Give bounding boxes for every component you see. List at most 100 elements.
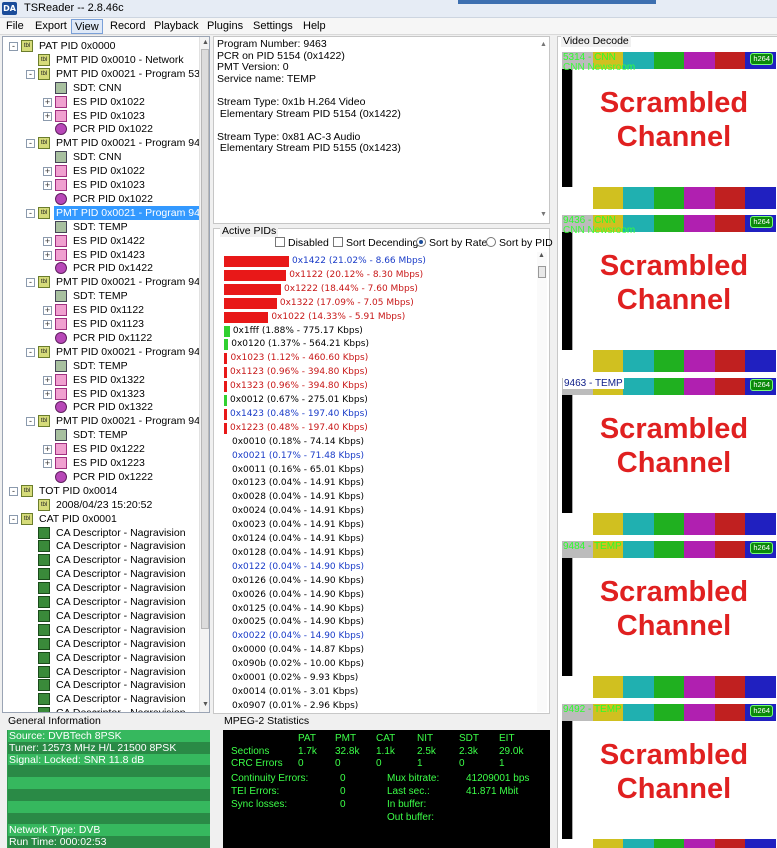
pid-row[interactable]: 0x0025 (0.04% - 14.90 Kbps) [214, 616, 534, 629]
pid-row[interactable]: 0x0022 (0.04% - 14.90 Kbps) [214, 630, 534, 643]
collapse-icon[interactable]: - [9, 42, 18, 51]
tree-node[interactable]: CA Descriptor - Nagravision [3, 539, 198, 553]
pid-list[interactable]: 0x1422 (21.02% - 8.66 Mbps) 0x1122 (20.12… [214, 252, 534, 714]
tree-node[interactable]: SDT: TEMP [3, 359, 198, 373]
tree-node[interactable]: CA Descriptor - Nagravision [3, 678, 198, 692]
sort-by-pid-radio[interactable]: Sort by PID [486, 237, 553, 249]
tree-node[interactable]: + ES PID 0x1122 [3, 303, 198, 317]
tree-node[interactable]: tbl PMT PID 0x0010 - Network [3, 53, 198, 67]
tree-node[interactable]: CA Descriptor - Nagravision [3, 581, 198, 595]
pid-row[interactable]: 0x0012 (0.67% - 275.01 Kbps) [214, 394, 534, 407]
tree-node[interactable]: + ES PID 0x1222 [3, 442, 198, 456]
tree-node[interactable]: + ES PID 0x1322 [3, 373, 198, 387]
tree-node[interactable]: CA Descriptor - Nagravision [3, 609, 198, 623]
tree-node[interactable]: CA Descriptor - Nagravision [3, 526, 198, 540]
scroll-up-icon[interactable]: ▲ [540, 39, 547, 51]
radio-icon[interactable] [486, 237, 496, 247]
radio-selected-icon[interactable] [416, 237, 426, 247]
tree-node[interactable]: CA Descriptor - Nagravision [3, 692, 198, 706]
pid-row[interactable]: 0x0026 (0.04% - 14.90 Kbps) [214, 589, 534, 602]
collapse-icon[interactable]: - [26, 347, 35, 357]
tree-node[interactable]: PCR PID 0x1022 [3, 122, 198, 136]
collapse-icon[interactable]: - [26, 208, 35, 218]
pid-row[interactable]: 0x0021 (0.17% - 71.48 Kbps) [214, 450, 534, 463]
sort-by-rate-radio[interactable]: Sort by Rate [416, 237, 487, 249]
tree-node[interactable]: - tbl CAT PID 0x0001 [3, 512, 198, 526]
tree-node[interactable]: CA Descriptor - Nagravision [3, 651, 198, 665]
pid-row[interactable]: 0x0011 (0.16% - 65.01 Kbps) [214, 464, 534, 477]
tree-node[interactable]: CA Descriptor - Nagravision [3, 567, 198, 581]
menu-playback[interactable]: Playback [151, 19, 202, 34]
expand-icon[interactable]: + [43, 459, 52, 468]
pid-row[interactable]: 0x0126 (0.04% - 14.90 Kbps) [214, 575, 534, 588]
pid-row[interactable]: 0x0120 (1.37% - 564.21 Kbps) [214, 338, 534, 351]
tree-scroll-thumb[interactable] [201, 49, 209, 629]
tree-node[interactable]: - tbl PMT PID 0x0021 - Program 9492 [3, 345, 209, 359]
menu-view[interactable]: View [71, 19, 103, 34]
tree-node[interactable]: - tbl PAT PID 0x0000 [3, 39, 198, 53]
expand-icon[interactable]: + [43, 445, 52, 455]
tree-node[interactable]: CA Descriptor - Nagravision [3, 665, 198, 679]
collapse-icon[interactable]: - [26, 417, 35, 427]
tree-node[interactable]: CA Descriptor - Nagravision [3, 637, 198, 651]
tree-node[interactable]: + ES PID 0x1123 [3, 317, 198, 331]
pid-row[interactable]: 0x1023 (1.12% - 460.60 Kbps) [214, 352, 534, 365]
video-tile[interactable]: Scrambled Channel 9463 - TEMP h264 [562, 378, 776, 535]
collapse-icon[interactable]: - [26, 139, 35, 149]
collapse-icon[interactable]: - [9, 514, 18, 524]
expand-icon[interactable]: + [43, 389, 52, 399]
collapse-icon[interactable]: - [26, 278, 35, 288]
collapse-icon[interactable]: - [9, 486, 18, 496]
menu-settings[interactable]: Settings [250, 19, 296, 34]
expand-icon[interactable]: + [43, 375, 52, 385]
expand-icon[interactable]: + [43, 236, 52, 246]
tree-node[interactable]: tbl 2008/04/23 15:20:52 [3, 498, 198, 512]
sort-descending-checkbox[interactable]: Sort Decending [333, 237, 418, 249]
tree-node[interactable]: - tbl TOT PID 0x0014 [3, 484, 198, 498]
tree-node[interactable]: CA Descriptor - Nagravision [3, 706, 198, 712]
pid-row[interactable]: 0x1423 (0.48% - 197.40 Kbps) [214, 408, 534, 421]
video-tile[interactable]: Scrambled Channel 5314 - CNN CNN Newsroom h2… [562, 52, 776, 209]
tree-node[interactable]: PCR PID 0x1422 [3, 261, 198, 275]
pid-row[interactable]: 0x0001 (0.02% - 9.93 Kbps) [214, 672, 534, 685]
tree-node[interactable]: + ES PID 0x1223 [3, 456, 198, 470]
pid-row[interactable]: 0x0023 (0.04% - 14.91 Kbps) [214, 519, 534, 532]
pid-row[interactable]: 0x1422 (21.02% - 8.66 Mbps) [214, 255, 534, 268]
disabled-checkbox[interactable]: Disabled [275, 237, 329, 249]
pid-row[interactable]: 0x0010 (0.18% - 74.14 Kbps) [214, 436, 534, 449]
expand-icon[interactable]: + [43, 320, 52, 329]
video-tile[interactable]: Scrambled Channel 9484 - TEMP h264 [562, 541, 776, 698]
pid-row[interactable]: 0x1223 (0.48% - 197.40 Kbps) [214, 422, 534, 435]
tree-node[interactable]: - tbl PMT PID 0x0021 - Program 9484 [3, 275, 209, 289]
tree-node[interactable]: PCR PID 0x1222 [3, 470, 198, 484]
pid-row[interactable]: 0x0128 (0.04% - 14.91 Kbps) [214, 547, 534, 560]
tree-node[interactable]: + ES PID 0x1423 [3, 248, 198, 262]
pid-scroll-thumb[interactable] [538, 266, 546, 278]
tree-node[interactable]: - tbl PMT PID 0x0021 - Program 5314 [3, 67, 209, 81]
pid-row[interactable]: 0x1122 (20.12% - 8.30 Mbps) [214, 269, 534, 282]
pid-row[interactable]: 0x0122 (0.04% - 14.90 Kbps) [214, 561, 534, 574]
tree-node[interactable]: SDT: TEMP [3, 428, 198, 442]
tree-node[interactable]: + ES PID 0x1022 [3, 95, 198, 109]
pid-row[interactable]: 0x0907 (0.01% - 2.96 Kbps) [214, 700, 534, 713]
program-info-scrollbar[interactable]: ▲ ▼ [540, 39, 548, 221]
checkbox-icon[interactable] [275, 237, 285, 247]
expand-icon[interactable]: + [43, 167, 52, 177]
tree-node[interactable]: CA Descriptor - Nagravision [3, 553, 198, 567]
tree-node[interactable]: SDT: CNN [3, 150, 198, 164]
tree-node[interactable]: + ES PID 0x1023 [3, 178, 198, 192]
expand-icon[interactable]: + [43, 306, 52, 316]
scroll-down-icon[interactable]: ▼ [201, 700, 209, 710]
pid-list-scrollbar[interactable]: ▲ [537, 252, 547, 712]
pid-row[interactable]: 0x0024 (0.04% - 14.91 Kbps) [214, 505, 534, 518]
pid-row[interactable]: 0x1123 (0.96% - 394.80 Kbps) [214, 366, 534, 379]
tree-node[interactable]: + ES PID 0x1323 [3, 387, 198, 401]
tree-node[interactable]: CA Descriptor - Nagravision [3, 595, 198, 609]
tree-scrollbar[interactable]: ▲ ▼ [199, 37, 209, 712]
pid-row[interactable]: 0x0028 (0.04% - 14.91 Kbps) [214, 491, 534, 504]
tree-node[interactable]: SDT: CNN [3, 81, 198, 95]
pid-row[interactable]: 0x1222 (18.44% - 7.60 Mbps) [214, 283, 534, 296]
tree-node[interactable]: SDT: TEMP [3, 289, 198, 303]
video-tile[interactable]: Scrambled Channel 9436 - CNN CNN Newsroom h2… [562, 215, 776, 372]
tree-node[interactable]: - tbl PMT PID 0x0021 - Program 9436 [3, 136, 209, 150]
